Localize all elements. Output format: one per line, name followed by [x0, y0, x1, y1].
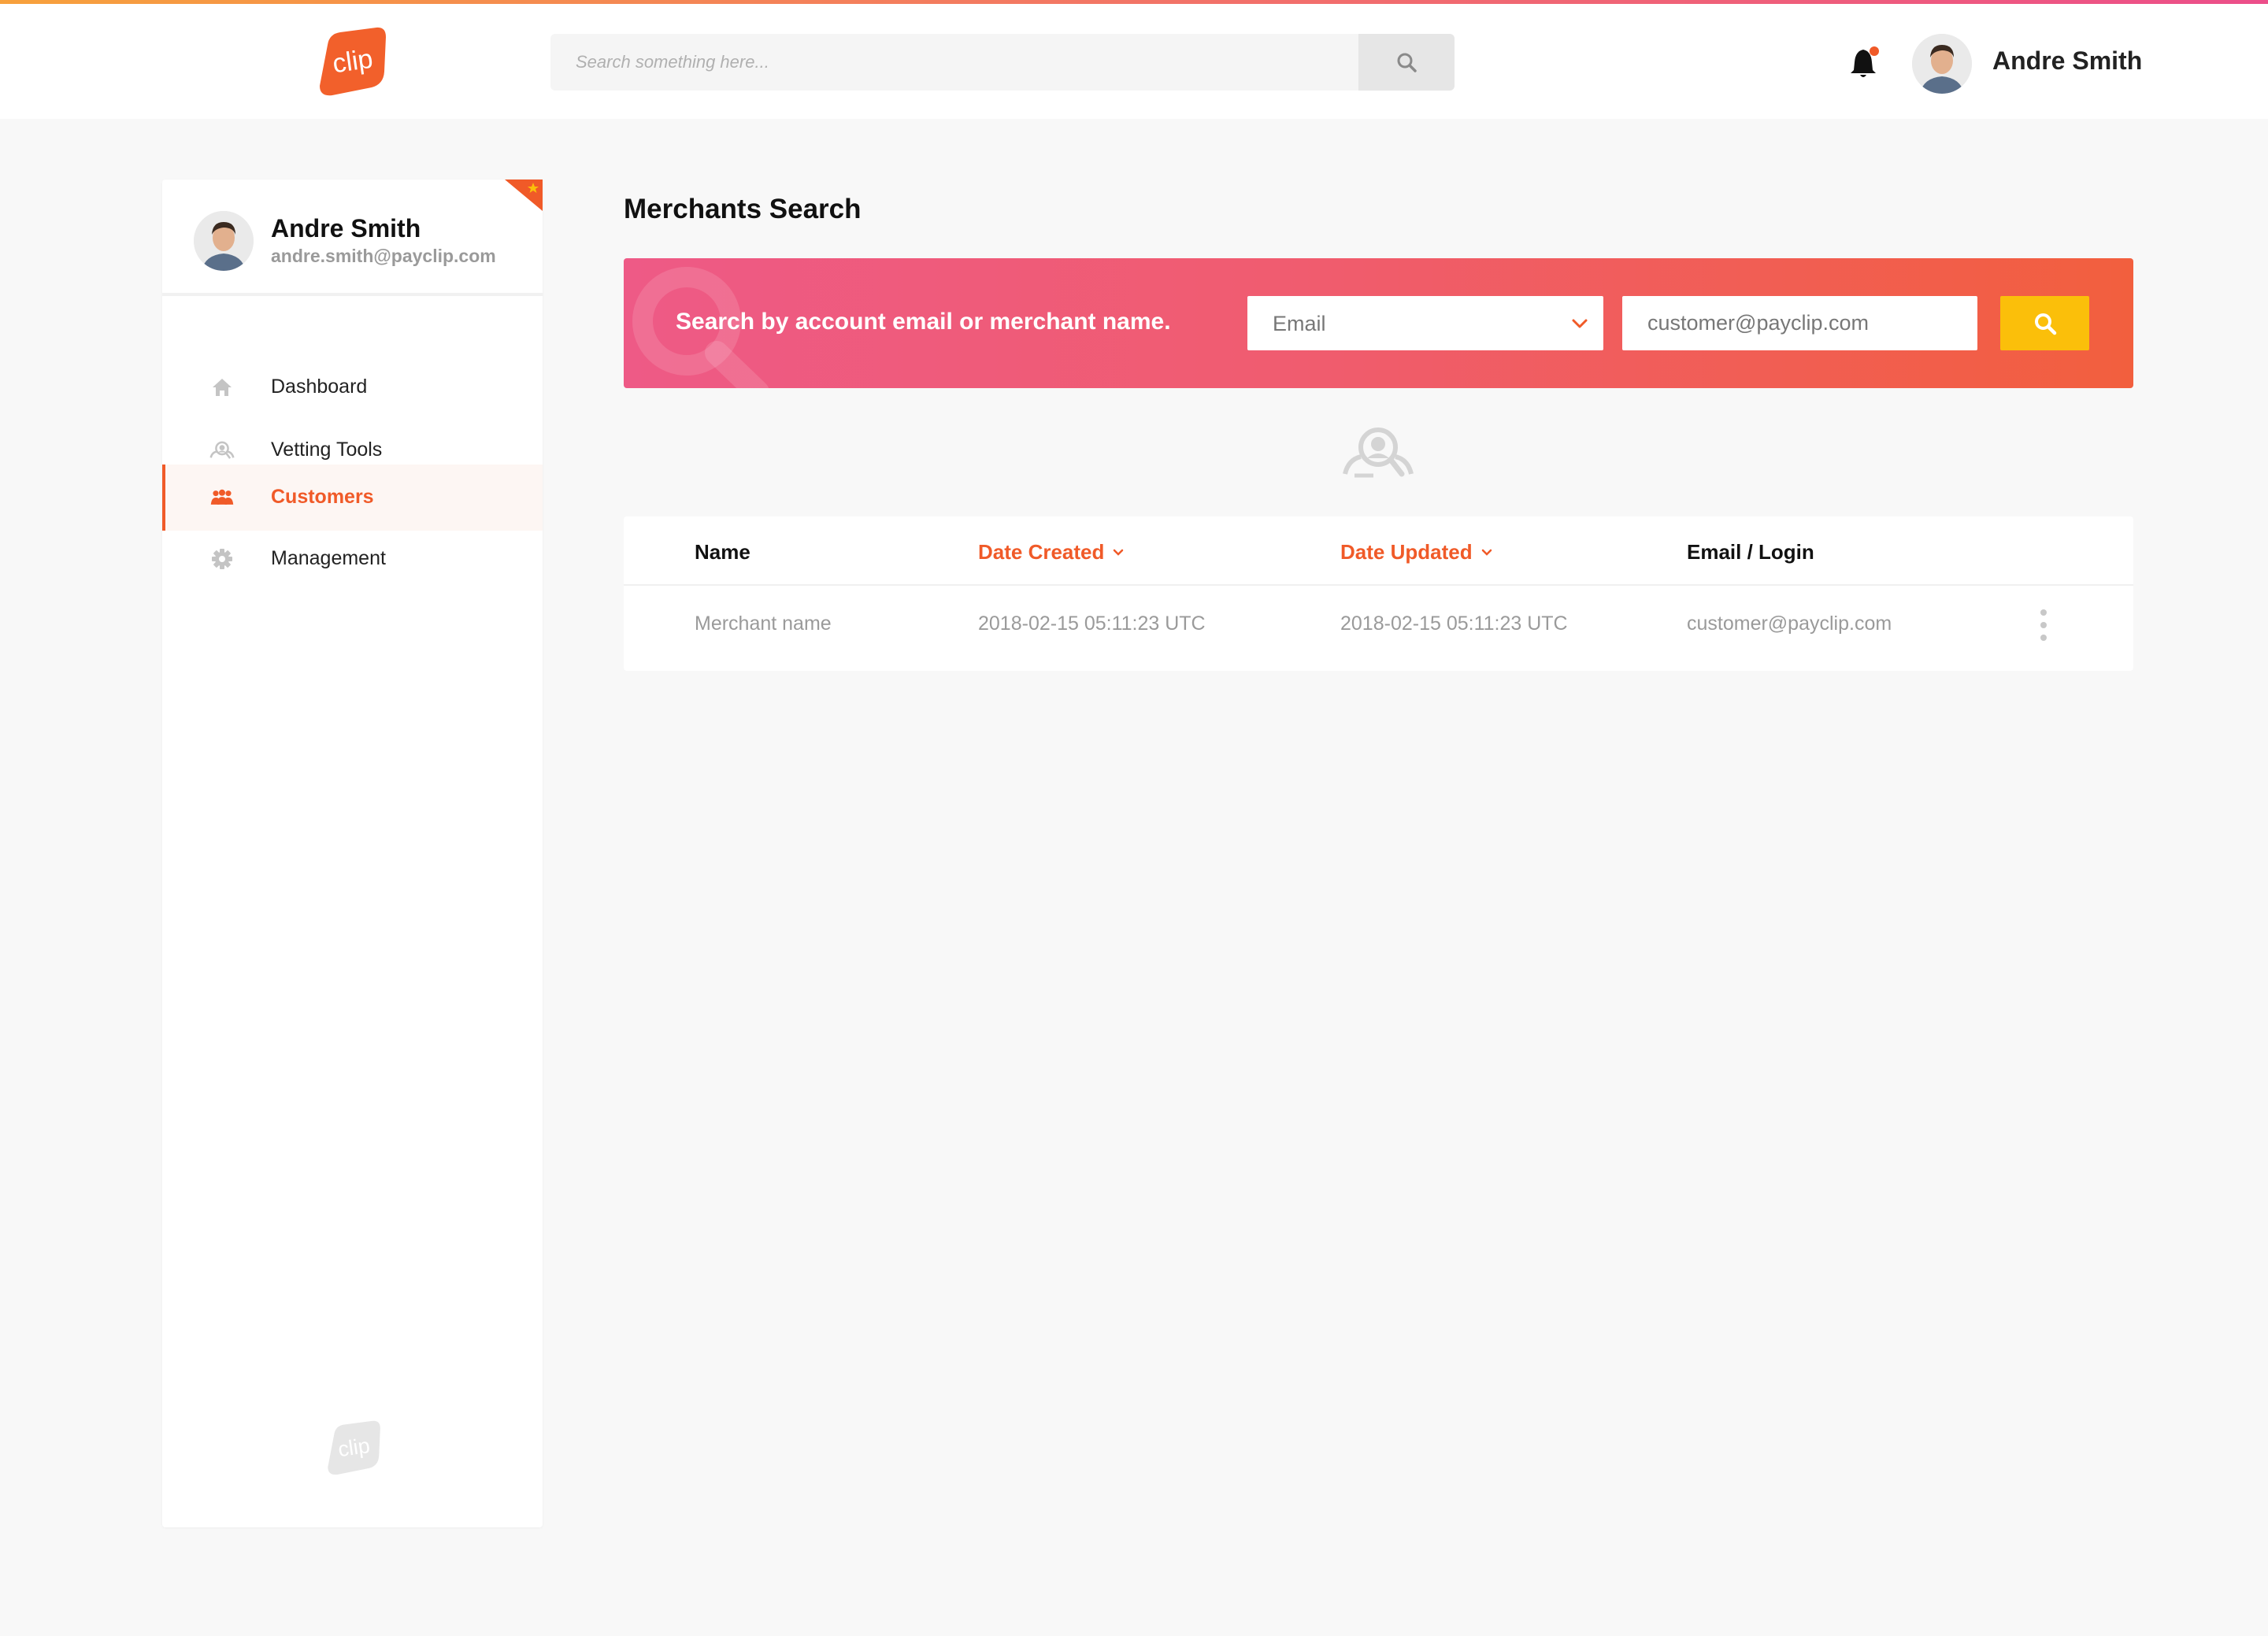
sidebar-item-dashboard[interactable]: Dashboard: [162, 354, 543, 420]
sidebar-item-management[interactable]: Management: [162, 526, 543, 592]
sidebar-item-label: Customers: [271, 486, 374, 508]
column-header-name: Name: [695, 540, 750, 564]
clip-logo[interactable]: clip: [313, 23, 389, 98]
global-search-input[interactable]: [550, 34, 1358, 91]
sidebar-clip-logo: clip: [323, 1417, 383, 1477]
chevron-down-icon: [1572, 319, 1588, 328]
global-search-button[interactable]: [1358, 34, 1455, 91]
home-icon: [209, 376, 235, 399]
gear-icon: [209, 547, 235, 571]
sidebar-logo-text: clip: [336, 1434, 371, 1461]
chevron-down-icon: [1481, 549, 1492, 556]
users-icon: [209, 486, 235, 509]
top-bar: clip Andre Smith: [0, 4, 2268, 119]
sidebar-user-name: Andre Smith: [271, 214, 421, 242]
search-type-value: Email: [1273, 312, 1326, 335]
column-header-email: Email / Login: [1687, 540, 1814, 564]
sidebar-item-label: Vetting Tools: [271, 439, 383, 461]
search-banner: Search by account email or merchant name…: [624, 258, 2133, 388]
bell-icon: [1851, 46, 1879, 77]
user-search-icon: [1343, 428, 1414, 478]
favorite-ribbon[interactable]: [505, 180, 543, 211]
merchant-search-button[interactable]: [2000, 296, 2089, 350]
sidebar-avatar: [194, 211, 254, 271]
cell-email: customer@payclip.com: [1687, 613, 1892, 635]
banner-instructions: Search by account email or merchant name…: [676, 309, 1171, 335]
chevron-down-icon: [1114, 549, 1124, 556]
search-type-select[interactable]: Email: [1247, 296, 1603, 350]
column-label: Date Created: [978, 540, 1105, 564]
header-user-name[interactable]: Andre Smith: [1992, 46, 2142, 76]
merchants-table: Name Date Created Date Updated Email / L…: [624, 516, 2133, 671]
cell-merchant-name[interactable]: Merchant name: [695, 613, 832, 635]
notification-dot: [1870, 46, 1879, 56]
avatar[interactable]: [1912, 34, 1972, 94]
row-menu-icon[interactable]: [2038, 609, 2049, 641]
page-title: Merchants Search: [624, 194, 862, 224]
table-header: Name Date Created Date Updated Email / L…: [624, 516, 2133, 586]
column-label: Name: [695, 540, 750, 564]
sidebar-item-customers[interactable]: Customers: [162, 465, 543, 531]
sidebar-divider: [162, 293, 543, 296]
notifications-button[interactable]: [1847, 45, 1882, 81]
sidebar-user-email: andre.smith@payclip.com: [271, 246, 496, 266]
column-label: Email / Login: [1687, 540, 1814, 564]
search-icon: [1397, 53, 1417, 72]
global-search: [550, 34, 1455, 91]
merchant-search-input[interactable]: [1622, 296, 1977, 350]
cell-date-created: 2018-02-15 05:11:23 UTC: [978, 613, 1206, 635]
column-label: Date Updated: [1340, 540, 1473, 564]
column-header-date-created[interactable]: Date Created: [978, 540, 1125, 564]
logo-text: clip: [331, 44, 375, 80]
sidebar: Andre Smith andre.smith@payclip.com Dash…: [162, 180, 543, 1527]
user-search-icon: [209, 439, 235, 462]
sidebar-item-label: Dashboard: [271, 376, 368, 398]
column-header-date-updated[interactable]: Date Updated: [1340, 540, 1493, 564]
search-icon: [2034, 313, 2056, 335]
cell-date-updated: 2018-02-15 05:11:23 UTC: [1340, 613, 1568, 635]
sidebar-item-label: Management: [271, 547, 386, 569]
